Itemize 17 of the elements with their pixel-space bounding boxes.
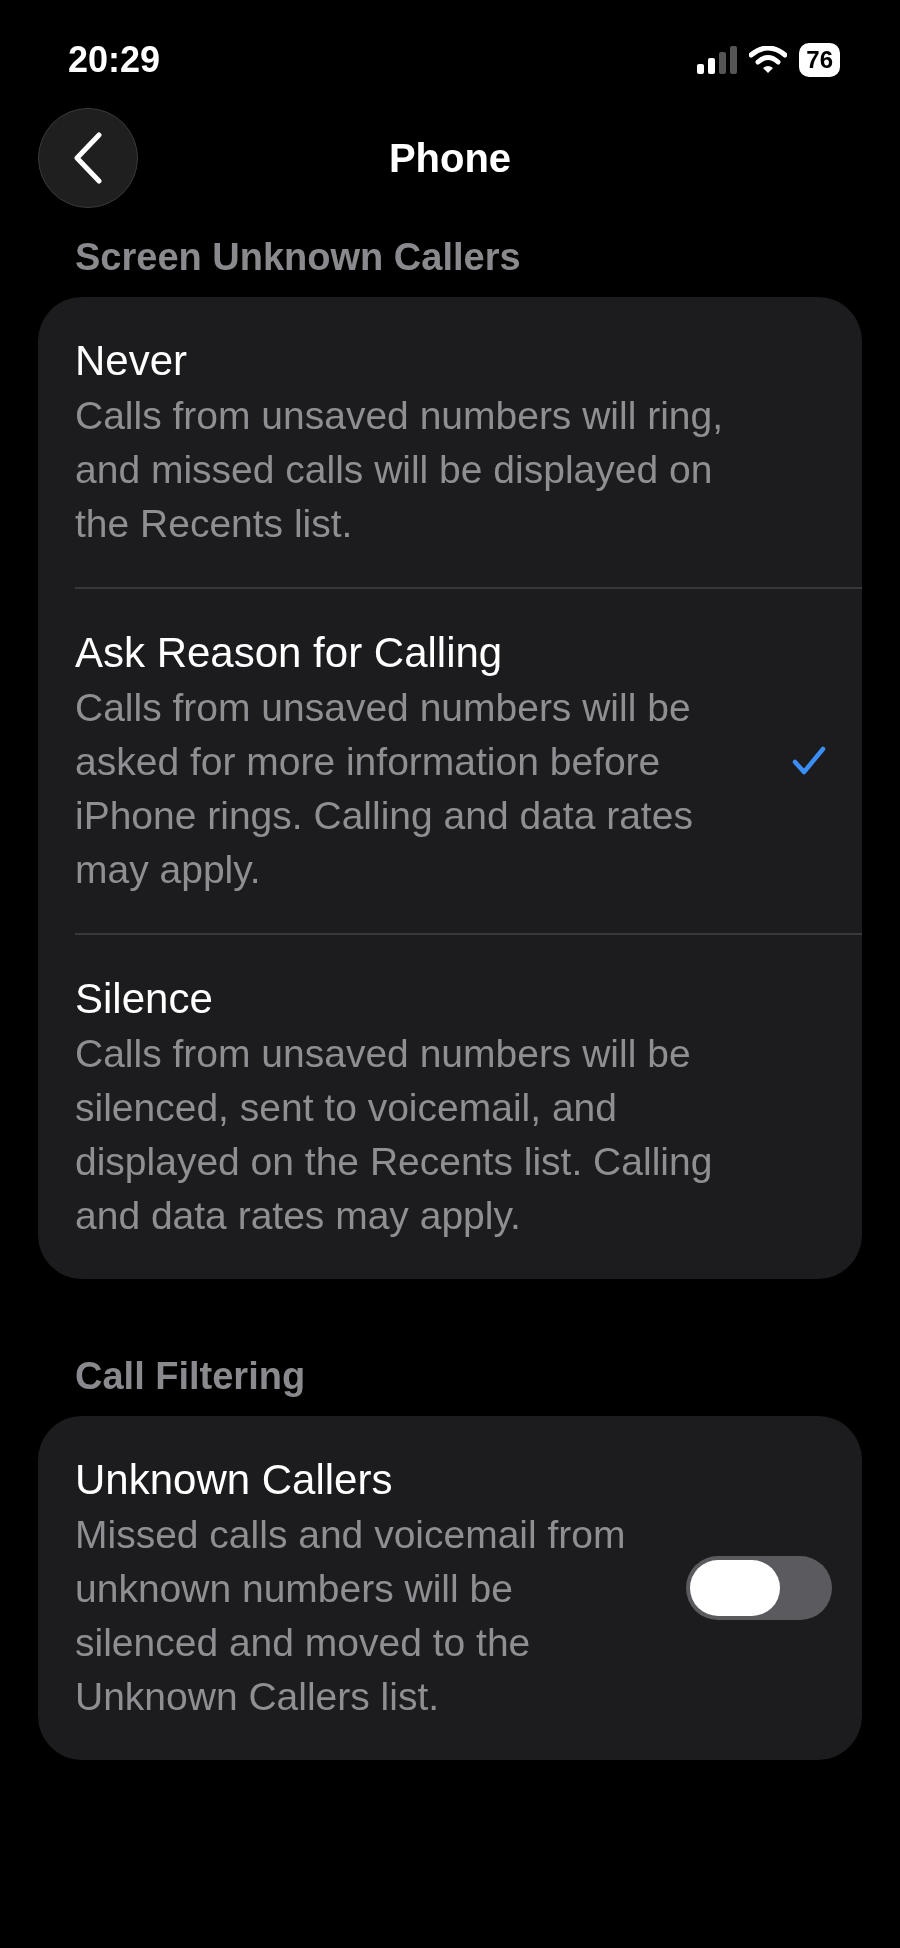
row-title: Ask Reason for Calling: [75, 628, 504, 678]
row-description: Missed calls and voicemail from unknown numbers will be silenced and moved to the Unknown Callers list.: [75, 1512, 627, 1720]
status-time: 20:29: [68, 39, 161, 81]
wifi-icon: [749, 46, 788, 74]
signal-icon: [697, 46, 738, 74]
section-header: Call Filtering: [74, 1355, 307, 1398]
row-description: Calls from unsaved numbers will be silenced, sent to voicemail, and displayed on the Recents list. Calling and data rates may apply.: [75, 1031, 714, 1239]
battery-level: 76: [799, 43, 840, 77]
section-header: Screen Unknown Callers: [74, 236, 522, 279]
nav-title: Phone: [388, 135, 512, 181]
row-title: Never: [75, 336, 189, 386]
chevron-left-icon: [73, 132, 103, 184]
row-title: Silence: [75, 974, 214, 1024]
row-description: Calls from unsaved numbers will be asked for more information before iPhone rings. Calling and data rates may apply.: [75, 685, 694, 893]
row-title: Unknown Callers: [75, 1455, 394, 1505]
row-description: Calls from unsaved numbers will ring, and missed calls will be displayed on the Recents list.: [75, 393, 725, 547]
checkmark-icon: [792, 745, 826, 777]
